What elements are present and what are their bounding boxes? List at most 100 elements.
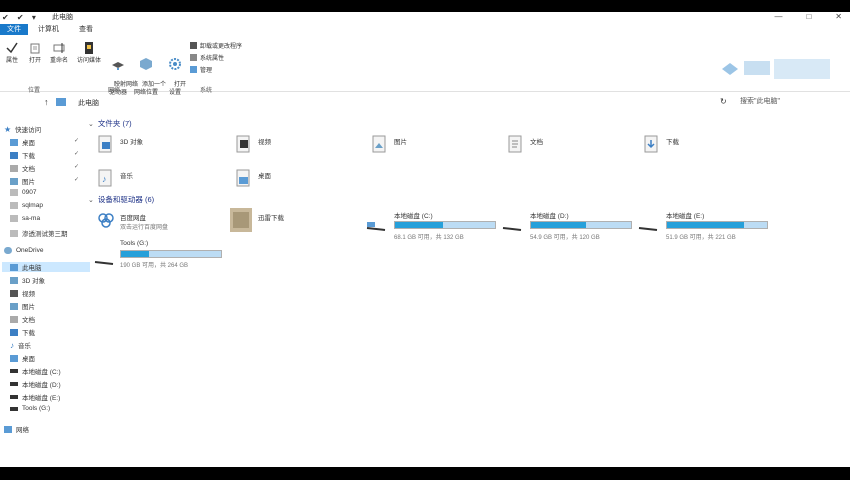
- rename-button[interactable]: 重命名: [48, 41, 70, 65]
- file-icon: [10, 189, 18, 196]
- nav-pictures[interactable]: 图片: [10, 176, 35, 186]
- uninstall-programs-button[interactable]: 卸载或更改程序: [190, 41, 242, 50]
- nav-pc-drive-e[interactable]: 本地磁盘 (E:): [10, 392, 60, 402]
- close-button[interactable]: ✕: [835, 12, 842, 21]
- properties-label: 属性: [5, 58, 18, 64]
- system-icon: [190, 54, 197, 61]
- nav-documents[interactable]: 文档: [10, 163, 35, 173]
- nav-network[interactable]: 网络: [4, 424, 29, 434]
- tab-view[interactable]: 查看: [69, 24, 103, 35]
- nav-item-label: sa-ma: [22, 215, 41, 222]
- nav-pc-pictures[interactable]: 图片: [10, 301, 35, 311]
- folder-label: 下载: [666, 139, 679, 146]
- picture-icon: [10, 302, 18, 310]
- nav-pc-documents[interactable]: 文档: [10, 314, 35, 324]
- manage-button[interactable]: 管理: [190, 65, 212, 74]
- pin-icon: ✓: [74, 138, 80, 144]
- nav-item-label: 渗透测试第三期: [22, 231, 68, 238]
- up-arrow-icon[interactable]: ↑: [44, 97, 49, 107]
- nav-network-label: 网络: [16, 427, 29, 434]
- drive-icon: [10, 369, 18, 373]
- nav-item-label: 文档: [22, 317, 35, 324]
- access-media-button[interactable]: 访问媒体: [74, 41, 104, 65]
- nav-onedrive[interactable]: OneDrive: [4, 247, 43, 254]
- folder-label: 3D 对象: [120, 139, 144, 146]
- drive-name: 本地磁盘 (D:): [530, 213, 569, 220]
- address-path[interactable]: 此电脑: [78, 98, 99, 108]
- nav-pc-music[interactable]: ♪ 音乐: [10, 340, 31, 351]
- programs-icon: [190, 42, 197, 49]
- hard-drive-icon: [366, 222, 386, 231]
- drive-name: Tools (G:): [120, 240, 149, 247]
- baidu-netdisk-name: 百度网盘: [120, 215, 146, 222]
- download-folder-icon: [644, 135, 658, 153]
- drive-icon: [10, 395, 18, 399]
- resize-grip-icon[interactable]: [838, 458, 846, 466]
- system-properties-label: 系统属性: [200, 56, 225, 62]
- maximize-button[interactable]: □: [806, 12, 811, 21]
- nav-sqlmap[interactable]: sqlmap: [10, 202, 43, 209]
- rename-icon: [53, 43, 65, 53]
- drive-usage-fill: [531, 222, 586, 228]
- chevron-down-icon: ⌄: [88, 196, 94, 204]
- desktop-folder-icon: [236, 169, 250, 187]
- nav-item-label: 文档: [22, 166, 35, 173]
- nav-item-label: 下载: [22, 153, 35, 160]
- nav-sa-ma[interactable]: sa-ma: [10, 215, 40, 222]
- nav-quick-access[interactable]: ★ 快速访问: [4, 124, 41, 135]
- nav-item-label: 图片: [22, 179, 35, 186]
- nav-item-label: 视频: [22, 291, 35, 298]
- quick-access-toolbar[interactable]: ✔ ✔ ▾: [2, 13, 39, 22]
- nav-pc-videos[interactable]: 视频: [10, 288, 35, 298]
- explorer-window: ✔ ✔ ▾ 此电脑 — □ ✕ 文件 计算机 查看 属性 打开 重命名 位置 访…: [0, 12, 850, 467]
- nav-desktop[interactable]: 桌面: [10, 137, 35, 147]
- nav-0907[interactable]: 0907: [10, 189, 36, 196]
- drive-usage-bar: [394, 221, 496, 229]
- minimize-button[interactable]: —: [774, 12, 782, 21]
- video-icon: [10, 289, 18, 297]
- tab-file[interactable]: 文件: [0, 24, 28, 35]
- hard-drive-icon: [502, 227, 522, 231]
- file-icon: [10, 202, 18, 209]
- drive-usage-fill: [667, 222, 744, 228]
- uninstall-programs-label: 卸载或更改程序: [200, 44, 243, 50]
- folder-label: 图片: [394, 139, 407, 146]
- nav-pc-3d-objects[interactable]: 3D 对象: [10, 275, 45, 285]
- devices-section-header[interactable]: ⌄ 设备和驱动器 (6): [88, 194, 154, 205]
- nav-pc-drive-g[interactable]: Tools (G:): [10, 405, 50, 412]
- drive-usage-bar: [666, 221, 768, 229]
- xunlei-icon: [230, 208, 252, 232]
- location-group-label: 位置: [28, 88, 41, 94]
- nav-pc-drive-c[interactable]: 本地磁盘 (C:): [10, 366, 61, 376]
- nav-this-pc[interactable]: 此电脑: [2, 262, 90, 272]
- nav-item-label: 0907: [22, 189, 37, 196]
- tab-computer[interactable]: 计算机: [28, 24, 69, 35]
- search-input[interactable]: 搜索"此电脑": [740, 96, 840, 108]
- open-label: 打开: [28, 58, 41, 64]
- nav-item-label: 图片: [22, 304, 35, 311]
- manage-label: 管理: [200, 68, 213, 74]
- folders-section-header[interactable]: ⌄ 文件夹 (7): [88, 118, 132, 129]
- pin-icon: ✓: [74, 177, 80, 183]
- download-icon: [10, 151, 18, 159]
- nav-item-label: 本地磁盘 (D:): [22, 382, 61, 389]
- refresh-button[interactable]: ↻: [720, 97, 727, 106]
- hard-drive-icon: [94, 261, 114, 265]
- open-button[interactable]: 打开: [26, 41, 44, 65]
- nav-pc-desktop[interactable]: 桌面: [10, 353, 35, 363]
- document-folder-icon: [508, 135, 522, 153]
- nav-pc-drive-d[interactable]: 本地磁盘 (D:): [10, 379, 61, 389]
- star-icon: ★: [4, 124, 12, 134]
- nav-pentest-course[interactable]: 渗透测试第三期: [10, 228, 68, 238]
- ribbon-tabs: 文件 计算机 查看: [0, 24, 103, 35]
- video-folder-icon: [236, 135, 250, 153]
- open-settings-label: 打开 设置: [168, 82, 187, 96]
- chevron-down-icon: ⌄: [88, 120, 94, 128]
- system-properties-button[interactable]: 系统属性: [190, 53, 224, 62]
- drive-detail: 190 GB 可用，共 264 GB: [120, 263, 189, 269]
- cube-folder-icon: [98, 135, 112, 153]
- nav-downloads[interactable]: 下载: [10, 150, 35, 160]
- nav-pc-downloads[interactable]: 下载: [10, 327, 35, 337]
- nav-item-label: 下载: [22, 330, 35, 337]
- properties-button[interactable]: 属性: [2, 41, 22, 65]
